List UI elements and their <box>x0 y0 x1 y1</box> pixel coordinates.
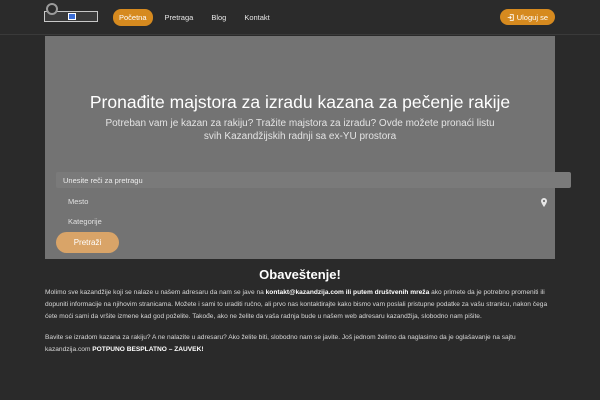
search-button[interactable]: Pretraži <box>56 232 119 253</box>
location-pin-icon <box>541 198 547 207</box>
hero-title: Pronađite majstora za izradu kazana za p… <box>89 92 511 112</box>
search-input[interactable]: Unesite reči za pretragu <box>56 172 571 188</box>
login-icon <box>507 13 514 21</box>
login-button[interactable]: Uloguj se <box>499 9 555 25</box>
place-placeholder: Mesto <box>68 197 89 206</box>
notice-paragraph-1: Molimo sve kazandžije koji se nalaze u n… <box>45 289 548 321</box>
notice-body: Molimo sve kazandžije koji se nalaze u n… <box>45 287 557 356</box>
hero-subtitle: Potreban vam je kazan za rakiju? Tražite… <box>105 118 495 142</box>
notice-paragraph-2: Bavite se izradom kazana za rakiju? A ne… <box>45 333 516 353</box>
notice-title: Obaveštenje! <box>259 267 341 282</box>
site-logo[interactable] <box>44 3 98 22</box>
nav-item-contact[interactable]: Kontakt <box>238 9 275 26</box>
login-label: Uloguj se <box>516 12 548 22</box>
logo-flag-icon <box>68 13 76 20</box>
main-nav: Početna Pretraga Blog Kontakt <box>113 9 276 26</box>
nav-item-search[interactable]: Pretraga <box>159 9 200 26</box>
contact-email-link[interactable]: kontakt@kazandzija.com ili putem društve… <box>266 289 430 296</box>
site-header: Početna Pretraga Blog Kontakt Uloguj se <box>0 0 600 35</box>
place-input[interactable]: Mesto <box>62 194 555 208</box>
free-forever-text: POTPUNO BESPLATNO – ZAUVEK! <box>92 345 204 353</box>
nav-item-home[interactable]: Početna <box>113 9 153 26</box>
nav-item-blog[interactable]: Blog <box>205 9 232 26</box>
hero-section: Pronađite majstora za izradu kazana za p… <box>45 36 571 259</box>
logo-ring-icon <box>46 3 58 15</box>
category-select[interactable]: Kategorije <box>62 214 555 228</box>
